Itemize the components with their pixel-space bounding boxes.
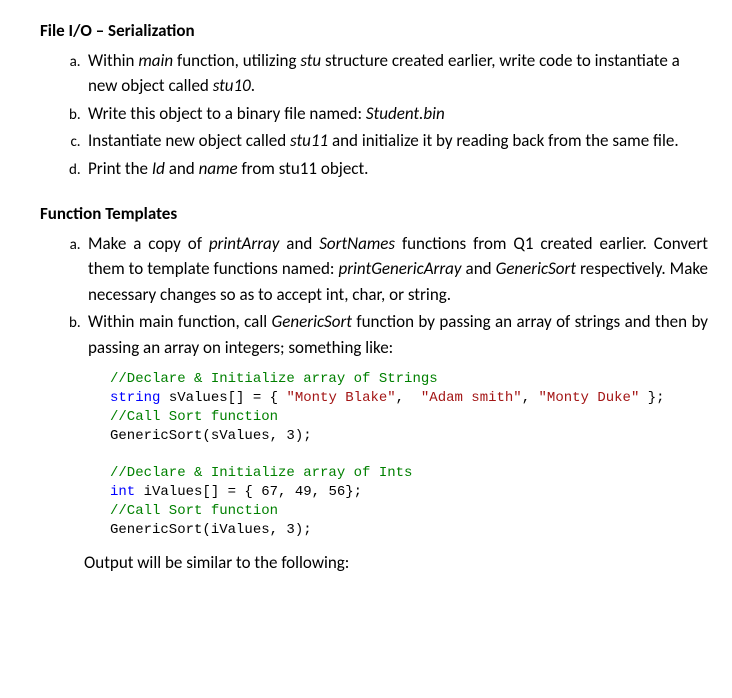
code-text: , [396, 390, 421, 406]
italic-text: name [199, 158, 238, 179]
output-caption: Output will be similar to the following: [84, 550, 708, 576]
text: function, utilizing [173, 50, 300, 71]
code-keyword: string [110, 390, 160, 406]
text: and [462, 258, 496, 279]
text: and [165, 158, 199, 179]
italic-text: SortNames [319, 233, 395, 254]
list-templates: Make a copy of printArray and SortNames … [40, 231, 708, 361]
text: from stu11 object. [238, 158, 369, 179]
text: . [251, 75, 255, 96]
code-text: sValues[] = { [160, 390, 286, 406]
text: Within [88, 50, 138, 71]
code-string: "Monty Blake" [286, 390, 395, 406]
code-comment: //Declare & Initialize array of Strings [110, 371, 438, 387]
list-item: Instantiate new object called stu11 and … [84, 128, 708, 154]
list-item: Print the Id and name from stu11 object. [84, 156, 708, 182]
code-text: iValues[] = { 67, 49, 56}; [135, 484, 362, 500]
code-comment: //Call Sort function [110, 503, 278, 519]
italic-text: Student.bin [366, 103, 445, 124]
code-keyword: int [110, 484, 135, 500]
code-string: "Monty Duke" [539, 390, 640, 406]
text: and [279, 233, 319, 254]
code-string: "Adam smith" [421, 390, 522, 406]
italic-text: main [138, 50, 173, 71]
italic-text: stu [300, 50, 321, 71]
text: and initialize it by reading back from t… [328, 130, 679, 151]
code-block: //Declare & Initialize array of Strings … [110, 370, 708, 540]
code-text: }; [639, 390, 664, 406]
code-comment: //Declare & Initialize array of Ints [110, 465, 412, 481]
section-heading-templates: Function Templates [40, 201, 708, 227]
text: Make a copy of [88, 233, 209, 254]
text: Print the [88, 158, 152, 179]
text: Instantiate new object called [88, 130, 290, 151]
code-text: GenericSort(sValues, 3); [110, 428, 312, 444]
italic-text: printGenericArray [338, 258, 461, 279]
code-text: GenericSort(iValues, 3); [110, 522, 312, 538]
italic-text: stu10 [213, 75, 251, 96]
italic-text: Id [152, 158, 165, 179]
list-item: Within main function, call GenericSort f… [84, 309, 708, 360]
italic-text: printArray [209, 233, 280, 254]
italic-text: GenericSort [272, 311, 352, 332]
code-comment: //Call Sort function [110, 409, 278, 425]
list-item: Within main function, utilizing stu stru… [84, 48, 708, 99]
text: Within main function, call [88, 311, 272, 332]
list-item: Write this object to a binary file named… [84, 101, 708, 127]
code-text: , [522, 390, 539, 406]
italic-text: GenericSort [496, 258, 576, 279]
section-heading-fileio: File I/O – Serialization [40, 18, 708, 44]
list-fileio: Within main function, utilizing stu stru… [40, 48, 708, 182]
italic-text: stu11 [290, 130, 328, 151]
text: Write this object to a binary file named… [88, 103, 366, 124]
list-item: Make a copy of printArray and SortNames … [84, 231, 708, 308]
